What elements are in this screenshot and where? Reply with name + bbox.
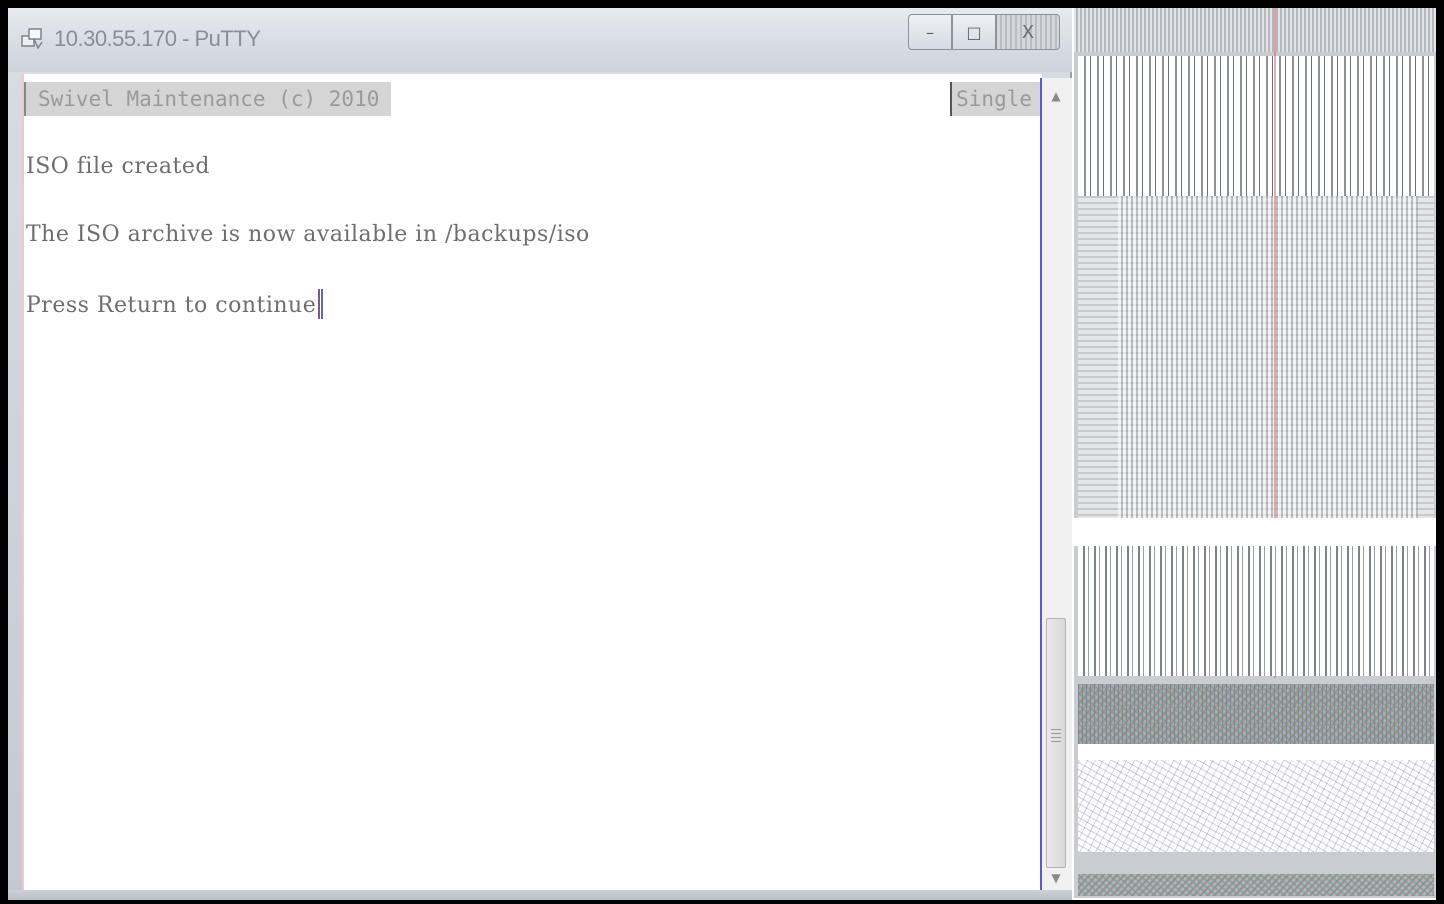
close-button[interactable]: X (996, 14, 1060, 50)
status-bar-title: Swivel Maintenance (c) 2010 (24, 82, 392, 116)
background-window-noise (1078, 684, 1434, 744)
scroll-up-arrow-icon[interactable]: ▲ (1042, 82, 1070, 110)
status-bar-mode: Single (950, 82, 1042, 116)
background-window-band (1074, 518, 1436, 546)
close-icon: X (1021, 21, 1035, 43)
terminal-prompt-line: Press Return to continue (26, 289, 324, 319)
minimize-button[interactable]: – (908, 14, 952, 50)
background-window-band (1078, 744, 1434, 760)
background-window-content (1078, 56, 1434, 196)
background-window-panel (1078, 196, 1434, 518)
background-window[interactable] (1074, 8, 1436, 898)
window-bottom-border (8, 890, 1072, 900)
putty-window: 10.30.55.170 - PuTTY – □ X Swivel Mainte… (8, 8, 1072, 900)
terminal-area[interactable]: Swivel Maintenance (c) 2010 Single ISO f… (22, 74, 1042, 890)
vertical-scrollbar[interactable]: ▲ ▼ (1040, 78, 1072, 892)
terminal-line: ISO file created (26, 154, 210, 179)
scrollbar-thumb[interactable] (1046, 618, 1066, 868)
background-window-noise (1078, 874, 1434, 896)
title-bar[interactable]: 10.30.55.170 - PuTTY – □ X (8, 8, 1072, 72)
scroll-down-arrow-icon[interactable]: ▼ (1042, 864, 1070, 892)
putty-app-icon[interactable] (20, 26, 46, 52)
minimize-icon: – (926, 22, 934, 42)
background-window-noise (1078, 760, 1434, 852)
maximize-button[interactable]: □ (952, 14, 996, 50)
window-title: 10.30.55.170 - PuTTY (54, 26, 261, 51)
terminal-prompt-text: Press Return to continue (26, 293, 317, 318)
background-window-content-lower (1078, 546, 1434, 676)
maximize-icon: □ (966, 22, 982, 42)
thumb-grip-icon (1051, 729, 1061, 745)
window-controls: – □ X (908, 14, 1060, 50)
background-window-titlebar[interactable] (1074, 8, 1436, 52)
terminal-line: The ISO archive is now available in /bac… (26, 222, 590, 247)
text-cursor (318, 289, 324, 319)
